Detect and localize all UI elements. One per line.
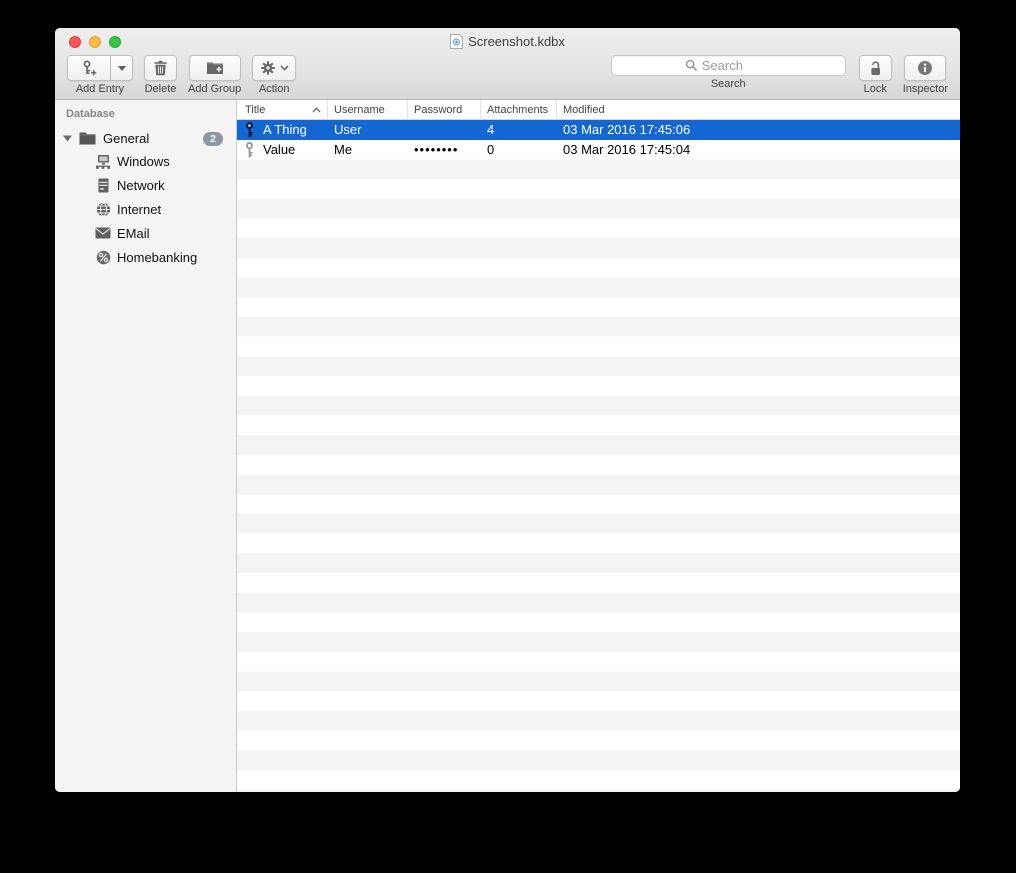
column-header-password[interactable]: Password xyxy=(408,100,481,119)
sidebar-group-label: General xyxy=(103,131,150,146)
sidebar-item-windows[interactable]: Windows xyxy=(55,149,236,173)
entry-title: A Thing xyxy=(263,122,307,138)
toolbar-item-inspector: Inspector xyxy=(903,55,948,95)
sidebar: Database General 2 Windows Network Inter… xyxy=(55,100,237,792)
inspector-label: Inspector xyxy=(902,83,948,95)
entry-username: User xyxy=(334,122,362,138)
lock-button[interactable] xyxy=(858,55,892,81)
action-button[interactable] xyxy=(252,55,297,81)
envelope-icon xyxy=(95,227,111,239)
lock-label: Lock xyxy=(863,83,887,95)
sidebar-item-label: Network xyxy=(117,177,165,193)
entry-modified: 03 Mar 2016 17:45:04 xyxy=(563,142,691,158)
column-header-title[interactable]: Title xyxy=(237,100,328,119)
window-chrome: Screenshot.kdbx Add Entry Delete Add Gro… xyxy=(55,28,960,100)
chevron-down-icon xyxy=(280,65,289,71)
app-window: Screenshot.kdbx Add Entry Delete Add Gro… xyxy=(55,28,960,792)
magnifier-icon xyxy=(685,59,698,72)
windows-network-icon xyxy=(95,154,111,169)
info-circle-icon xyxy=(917,60,933,76)
entry-modified: 03 Mar 2016 17:45:06 xyxy=(563,122,691,138)
window-title: Screenshot.kdbx xyxy=(468,34,565,49)
column-header-username[interactable]: Username xyxy=(328,100,408,119)
sort-ascending-icon xyxy=(312,106,321,113)
document-proxy-icon[interactable] xyxy=(450,34,464,49)
delete-label: Delete xyxy=(144,83,177,95)
gear-icon xyxy=(260,60,276,76)
entry-attachments: 0 xyxy=(487,142,495,158)
trash-icon xyxy=(153,60,168,76)
sidebar-item-network[interactable]: Network xyxy=(55,173,236,197)
sidebar-section-header: Database xyxy=(66,108,115,120)
table-row[interactable]: Value Me •••••••• 0 03 Mar 2016 17:45:04 xyxy=(237,140,960,160)
entry-title: Value xyxy=(263,142,296,158)
add-group-label: Add Group xyxy=(188,83,242,95)
search-field[interactable] xyxy=(610,55,846,76)
percent-coin-icon xyxy=(95,250,111,265)
entry-attachments: 4 xyxy=(487,122,495,138)
sidebar-item-label: Windows xyxy=(117,153,170,169)
desktop-background: Screenshot.kdbx Add Entry Delete Add Gro… xyxy=(0,0,1016,873)
open-padlock-icon xyxy=(868,60,883,77)
inspector-button[interactable] xyxy=(904,55,947,81)
entry-table: Title Username Password Attachments Modi… xyxy=(237,100,960,792)
main-area: Database General 2 Windows Network Inter… xyxy=(55,100,960,792)
key-icon xyxy=(244,141,255,158)
entry-username: Me xyxy=(334,142,353,158)
key-icon xyxy=(244,121,255,138)
sidebar-item-internet[interactable]: Internet xyxy=(55,197,236,221)
sidebar-item-label: Homebanking xyxy=(117,249,198,265)
folder-plus-icon xyxy=(206,61,224,75)
sidebar-item-label: Internet xyxy=(117,201,162,217)
globe-icon xyxy=(95,202,111,217)
table-header: Title Username Password Attachments Modi… xyxy=(237,100,960,120)
key-plus-icon xyxy=(81,60,98,77)
sidebar-item-email[interactable]: EMail xyxy=(55,221,236,245)
entry-password: •••••••• xyxy=(414,142,459,158)
toolbar-item-lock: Lock xyxy=(858,55,892,95)
table-body[interactable]: A Thing User 4 03 Mar 2016 17:45:06 Valu… xyxy=(237,120,960,792)
table-row[interactable]: A Thing User 4 03 Mar 2016 17:45:06 xyxy=(237,120,960,140)
action-label: Action xyxy=(258,83,290,95)
sidebar-group-general[interactable]: General 2 xyxy=(55,128,236,149)
delete-button[interactable] xyxy=(144,55,177,81)
column-header-attachments[interactable]: Attachments xyxy=(481,100,557,119)
toolbar-item-add-group: Add Group xyxy=(188,55,241,95)
dropdown-arrow-icon xyxy=(117,65,126,71)
entry-count-badge: 2 xyxy=(203,131,223,146)
disclosure-triangle-icon[interactable] xyxy=(63,135,72,142)
toolbar-item-add-entry: Add Entry xyxy=(67,55,133,95)
add-entry-button[interactable] xyxy=(67,55,111,81)
folder-icon xyxy=(79,132,96,145)
add-group-button[interactable] xyxy=(188,55,241,81)
toolbar-item-action: Action xyxy=(252,55,297,95)
add-entry-dropdown-button[interactable] xyxy=(111,55,133,81)
toolbar-item-search: Search xyxy=(610,55,846,90)
sidebar-item-label: EMail xyxy=(117,225,150,241)
column-header-modified[interactable]: Modified xyxy=(557,100,960,119)
toolbar: Add Entry Delete Add Group Action Search… xyxy=(55,55,960,99)
sidebar-item-homebanking[interactable]: Homebanking xyxy=(55,245,236,269)
search-input[interactable] xyxy=(701,58,772,73)
search-label: Search xyxy=(710,78,746,90)
add-entry-label: Add Entry xyxy=(75,83,125,95)
toolbar-item-delete: Delete xyxy=(144,55,177,95)
titlebar[interactable]: Screenshot.kdbx xyxy=(55,28,960,54)
server-icon xyxy=(95,178,111,193)
